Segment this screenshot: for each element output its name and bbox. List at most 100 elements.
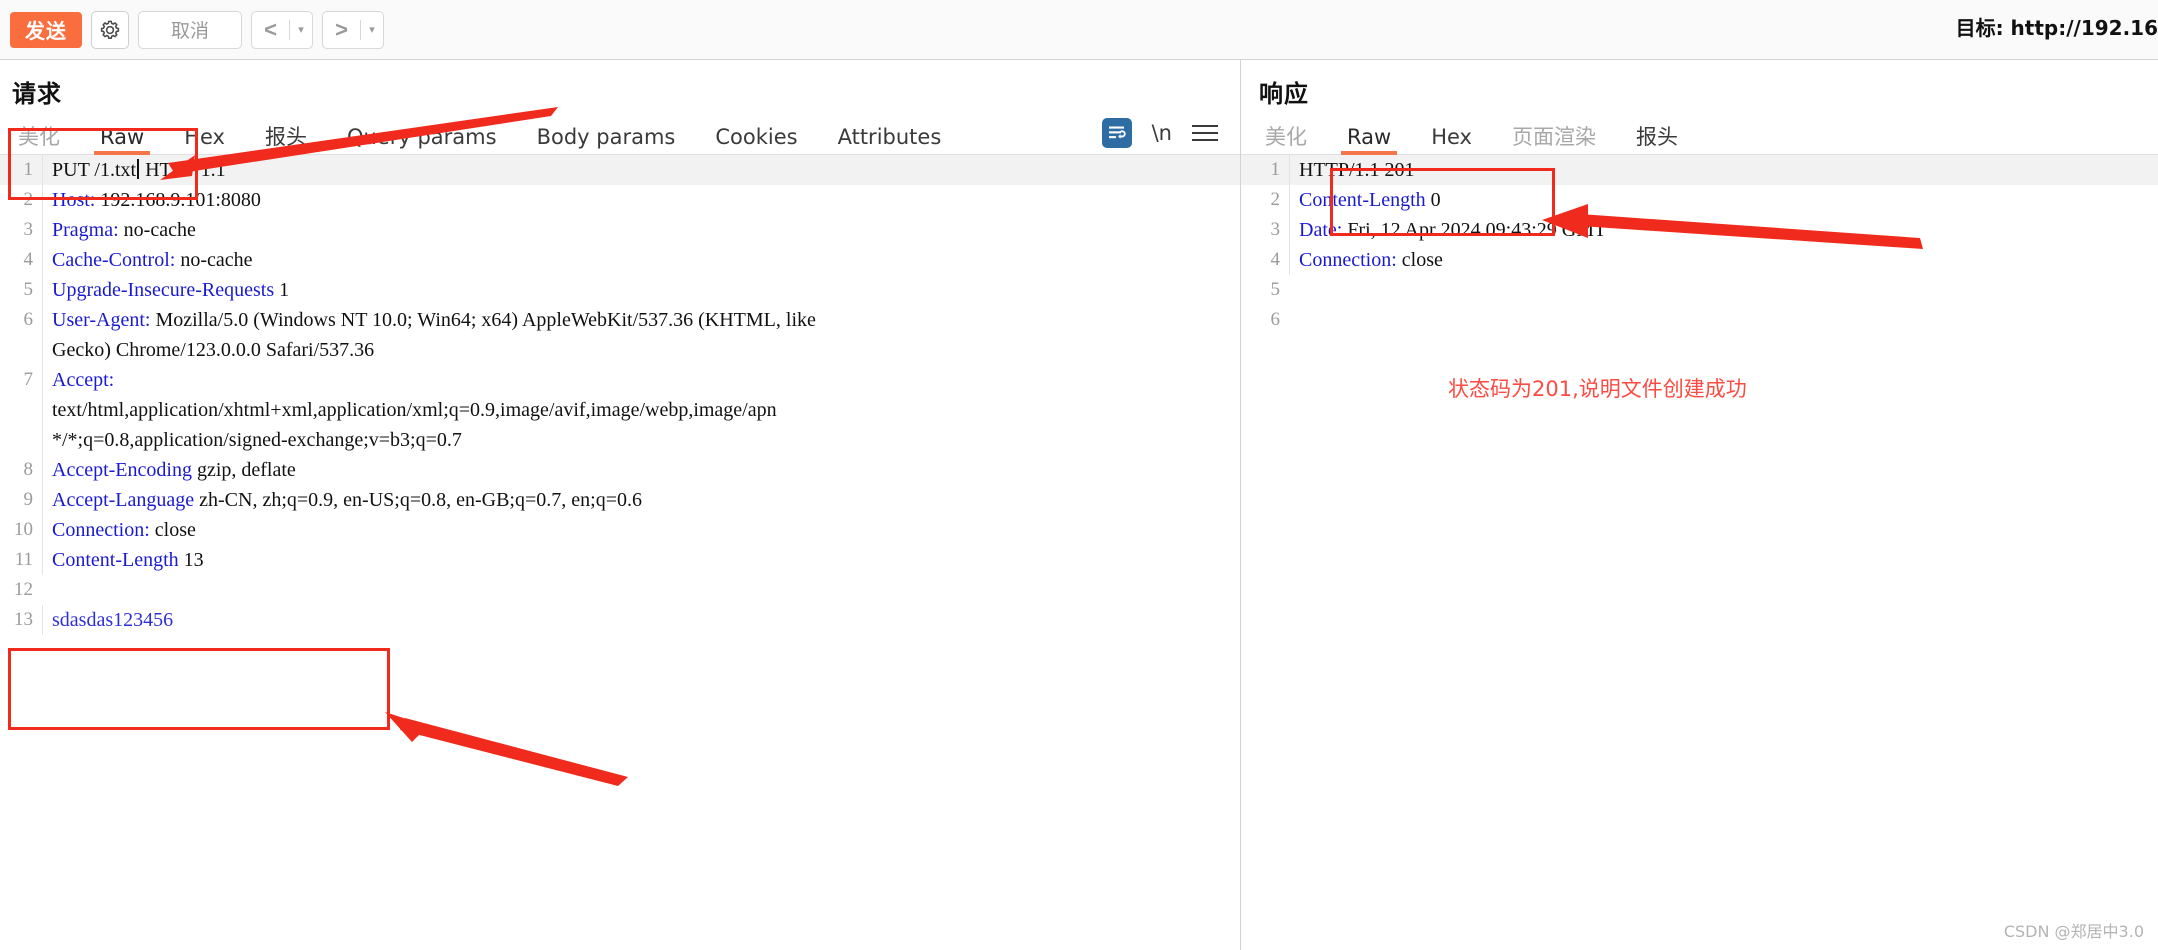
line-content: text/html,application/xhtml+xml,applicat… [42,395,1240,425]
tab-response-headers[interactable]: 报头 [1628,127,1686,154]
line-content: Date: Fri, 12 Apr 2024 09:43:29 GMT [1289,215,2158,245]
watermark: CSDN @郑居中3.0 [2003,922,2144,941]
request-tabbar: 美化 Raw Hex 报头 Query params Body params C… [0,117,1240,155]
tab-response-render[interactable]: 页面渲染 [1504,127,1604,154]
line-content: Host: 192.168.9.101:8080 [42,185,1240,215]
send-button-label: 发送 [25,19,67,43]
tab-request-cookies[interactable]: Cookies [707,127,805,154]
response-status-line: HTTP/1.1 201 [1289,155,2158,185]
editor-line: 5 Upgrade-Insecure-Requests 1 [0,275,1240,305]
tab-request-headers[interactable]: 报头 [257,127,315,154]
header-name: User-Agent: [52,309,151,331]
newline-icon[interactable]: \n [1152,121,1172,145]
line-number: 2 [23,189,34,210]
editor-line: 6 User-Agent: Mozilla/5.0 (Windows NT 10… [0,305,1240,335]
header-name: Content-Length [1299,189,1426,211]
line-number: 11 [14,549,33,570]
tab-request-raw[interactable]: Raw [92,127,152,155]
editor-line: 1 PUT /1.txt HTTP/1.1 [0,155,1240,185]
line-number: 2 [1270,189,1281,210]
editor-line-blank: 6 [1241,305,2158,335]
editor-line: 3 Pragma: no-cache [0,215,1240,245]
menu-icon[interactable] [1192,125,1218,141]
forward-button[interactable]: > ▾ [322,10,384,49]
header-value: 0 [1425,189,1441,211]
editor-line-blank: 12 [0,575,1240,605]
target-label: 目标: http://192.16 [1955,16,2158,40]
tab-request-attributes[interactable]: Attributes [830,127,950,154]
header-value: zh-CN, zh;q=0.9, en-US;q=0.8, en-GB;q=0.… [194,489,642,511]
header-value: no-cache [175,249,253,271]
chevron-left-icon: < [264,16,277,42]
line-content: */*;q=0.8,application/signed-exchange;v=… [42,425,1240,455]
repeater-window: 发送 取消 < ▾ > ▾ 目标: http://192.16 请求 美化 Ra… [0,0,2158,950]
header-value: Fri, 12 Apr 2024 09:43:29 GMT [1342,219,1607,241]
request-tab-icons: \n [1101,118,1240,154]
response-tabbar: 美化 Raw Hex 页面渲染 报头 [1241,117,2158,155]
tab-request-body-params[interactable]: Body params [529,127,684,154]
request-editor[interactable]: 1 PUT /1.txt HTTP/1.1 2 Host: 192.168.9.… [0,155,1240,950]
back-button[interactable]: < ▾ [251,10,313,49]
line-content: Connection: close [1289,245,2158,275]
response-panel: 响应 美化 Raw Hex 页面渲染 报头 1 HTTP/1.1 201 2 C… [1240,60,2158,950]
header-name: Connection: [52,519,150,541]
line-number: 6 [23,309,34,330]
header-name: Connection: [1299,249,1397,271]
line-number: 1 [1270,159,1281,180]
header-name: Pragma: [52,219,119,241]
header-value: no-cache [118,219,196,241]
header-value: Mozilla/5.0 (Windows NT 10.0; Win64; x64… [150,309,816,331]
editor-line: 10 Connection: close [0,515,1240,545]
editor-line-body: 13 sdasdas123456 [0,605,1240,635]
line-content: Accept-Language zh-CN, zh;q=0.9, en-US;q… [42,485,1240,515]
response-editor[interactable]: 1 HTTP/1.1 201 2 Content-Length 0 3 Date… [1241,155,2158,950]
header-name: Host: [52,189,96,211]
editor-line-continuation: text/html,application/xhtml+xml,applicat… [0,395,1240,425]
header-value: 13 [178,549,204,571]
tab-request-beautify[interactable]: 美化 [10,127,68,154]
editor-line: 4 Cache-Control: no-cache [0,245,1240,275]
header-value: 1 [274,279,290,301]
request-panel: 请求 美化 Raw Hex 报头 Query params Body param… [0,60,1240,950]
line-number: 6 [1270,309,1281,330]
editor-line: 11 Content-Length 13 [0,545,1240,575]
request-method-path: PUT /1.txt [52,159,137,181]
tab-request-query-params[interactable]: Query params [339,127,505,154]
chevron-down-icon[interactable]: ▾ [290,23,312,36]
line-number: 10 [14,519,33,540]
gear-icon [100,20,120,39]
editor-line-continuation: */*;q=0.8,application/signed-exchange;v=… [0,425,1240,455]
toolbar: 发送 取消 < ▾ > ▾ 目标: http://192.16 [0,0,2158,60]
tab-response-hex[interactable]: Hex [1423,127,1480,154]
word-wrap-icon[interactable] [1101,118,1132,148]
cancel-button-label: 取消 [170,20,209,42]
editor-line: 2 Content-Length 0 [1241,185,2158,215]
line-content: Connection: close [42,515,1240,545]
tab-response-raw[interactable]: Raw [1339,127,1399,155]
header-value: gzip, deflate [191,459,296,481]
editor-line: 2 Host: 192.168.9.101:8080 [0,185,1240,215]
line-content: User-Agent: Mozilla/5.0 (Windows NT 10.0… [42,305,1240,335]
cancel-button[interactable]: 取消 [138,10,242,49]
line-content: Accept: [42,365,1240,395]
editor-line-blank: 5 [1241,275,2158,305]
response-panel-title: 响应 [1259,80,1309,108]
send-button[interactable]: 发送 [10,11,82,48]
editor-line: 4 Connection: close [1241,245,2158,275]
header-name: Content-Length [52,549,179,571]
line-content: Upgrade-Insecure-Requests 1 [42,275,1240,305]
header-name: Upgrade-Insecure-Requests [52,279,275,301]
tab-request-hex[interactable]: Hex [176,127,233,154]
tab-response-beautify[interactable]: 美化 [1257,127,1315,154]
editor-line: 1 HTTP/1.1 201 [1241,155,2158,185]
word-wrap-glyph [1108,126,1126,139]
chevron-down-icon[interactable]: ▾ [361,23,383,36]
line-number: 4 [23,249,34,270]
line-content: Content-Length 13 [42,545,1240,575]
line-content: Content-Length 0 [1289,185,2158,215]
settings-button[interactable] [91,10,129,49]
line-number: 7 [23,369,34,390]
line-content: PUT /1.txt HTTP/1.1 [42,155,1240,185]
header-value: close [149,519,196,541]
line-content: Pragma: no-cache [42,215,1240,245]
